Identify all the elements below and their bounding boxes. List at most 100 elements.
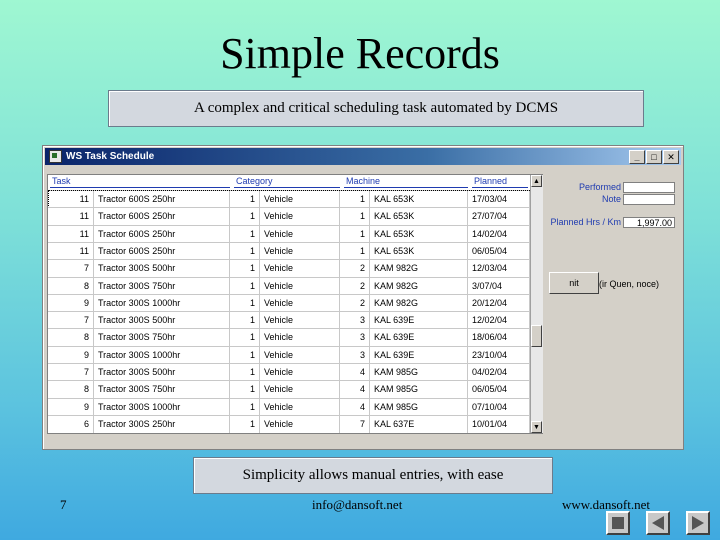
column-header-machine[interactable]: Machine [344, 175, 468, 188]
table-cell-cnum: 1 [230, 277, 260, 295]
table-cell-mname: KAL 653K [370, 208, 468, 226]
table-cell-tname: Tractor 300S 250hr [94, 415, 230, 433]
scroll-down-icon[interactable]: ▼ [531, 421, 542, 433]
table-cell-tnum: 11 [48, 225, 94, 243]
column-header-category[interactable]: Category [234, 175, 340, 188]
table-cell-planned: 10/01/04 [468, 415, 530, 433]
stop-icon[interactable] [606, 511, 630, 535]
table-cell-mname: KAM 982G [370, 277, 468, 295]
scroll-thumb[interactable] [531, 325, 542, 347]
table-cell-cname: Vehicle [260, 208, 340, 226]
column-header-planned[interactable]: Planned [472, 175, 528, 188]
table-cell-cname: Vehicle [260, 260, 340, 278]
table-cell-mname: KAM 985G [370, 364, 468, 381]
table-cell-tname: Tractor 300S 1000hr [94, 294, 230, 312]
table-cell-tname: Tractor 600S 250hr [94, 191, 230, 208]
table-cell-tnum: 9 [48, 398, 94, 416]
table-cell-mname: KAM 985G [370, 381, 468, 399]
table-cell-mnum: 1 [340, 225, 370, 243]
grid-header: Task Category Machine Planned [48, 175, 542, 189]
table-row[interactable]: 9 Tractor 300S 1000hr 1 Vehicle 2 KAM 982G 20/… [48, 293, 542, 312]
init-button[interactable]: nit [549, 272, 599, 294]
note-field[interactable] [623, 194, 675, 205]
table-cell-planned: 3/07/04 [468, 277, 530, 295]
table-cell-tnum: 11 [48, 242, 94, 260]
subtitle-box: A complex and critical scheduling task a… [108, 90, 644, 127]
table-cell-cname: Vehicle [260, 191, 340, 208]
performed-field[interactable] [623, 182, 675, 193]
table-row[interactable]: 8 Tractor 300S 750hr 1 Vehicle 3 KAL 639E 18/0… [48, 328, 542, 347]
table-cell-tnum: 11 [48, 191, 94, 208]
grid-scrollbar[interactable]: ▲ ▼ [530, 175, 543, 433]
table-row[interactable]: 9 Tractor 300S 1000hr 1 Vehicle 3 KAL 639E 23/… [48, 345, 542, 364]
table-cell-tnum: 9 [48, 294, 94, 312]
table-row[interactable]: 8 Tractor 300S 750hr 1 Vehicle 4 KAM 985G 06/0… [48, 380, 542, 399]
table-cell-tnum: 7 [48, 260, 94, 278]
table-row[interactable]: 9 Tractor 300S 1000hr 1 Vehicle 4 KAM 985G 07/… [48, 397, 542, 416]
table-row[interactable]: 7 Tractor 300S 500hr 1 Vehicle 4 KAM 985G 04/0… [48, 363, 542, 381]
table-cell-cname: Vehicle [260, 277, 340, 295]
planned-hours-label: Planned Hrs / Km [550, 217, 621, 227]
close-button[interactable]: ✕ [663, 150, 679, 164]
window-titlebar[interactable]: WS Task Schedule _ □ ✕ [45, 148, 681, 165]
table-row[interactable]: 6 Tractor 300S 250hr 1 Vehicle 7 KAL 637E 10/0… [48, 414, 542, 433]
table-cell-cnum: 1 [230, 398, 260, 416]
footer-email[interactable]: info@dansoft.net [312, 497, 402, 513]
table-cell-cnum: 1 [230, 312, 260, 330]
table-row[interactable]: 11 Tractor 600S 250hr 1 Vehicle 1 KAL 653K 14/… [48, 224, 542, 243]
window-controls: _ □ ✕ [628, 150, 679, 167]
table-row[interactable]: 7 Tractor 300S 500hr 1 Vehicle 2 KAM 982G 12/0… [48, 259, 542, 278]
table-cell-cnum: 1 [230, 346, 260, 364]
previous-icon[interactable] [646, 511, 670, 535]
table-cell-planned: 20/12/04 [468, 294, 530, 312]
table-row[interactable]: 11 Tractor 600S 250hr 1 Vehicle 1 KAL 653K 27/… [48, 207, 542, 226]
next-icon[interactable] [686, 511, 710, 535]
app-icon [49, 150, 62, 163]
table-cell-mnum: 4 [340, 364, 370, 381]
table-cell-tname: Tractor 600S 250hr [94, 208, 230, 226]
table-cell-cname: Vehicle [260, 346, 340, 364]
table-cell-cnum: 1 [230, 242, 260, 260]
column-header-task[interactable]: Task [50, 175, 230, 188]
table-cell-cnum: 1 [230, 364, 260, 381]
table-cell-tnum: 7 [48, 364, 94, 381]
table-cell-cname: Vehicle [260, 398, 340, 416]
table-cell-tname: Tractor 600S 250hr [94, 225, 230, 243]
table-row[interactable]: 11 Tractor 600S 250hr 1 Vehicle 1 KAL 653K 17/… [48, 190, 542, 208]
table-cell-planned: 27/07/04 [468, 208, 530, 226]
table-cell-tname: Tractor 300S 750hr [94, 277, 230, 295]
window-title: WS Task Schedule [66, 151, 155, 162]
scroll-up-icon[interactable]: ▲ [531, 175, 542, 187]
note-label: Note [601, 194, 621, 204]
table-cell-tname: Tractor 300S 500hr [94, 364, 230, 381]
table-row[interactable]: 8 Tractor 300S 750hr 1 Vehicle 2 KAM 982G 3/07… [48, 276, 542, 295]
caption-box: Simplicity allows manual entries, with e… [193, 457, 553, 494]
table-cell-cname: Vehicle [260, 294, 340, 312]
table-cell-mnum: 4 [340, 398, 370, 416]
table-cell-planned: 17/03/04 [468, 191, 530, 208]
table-row[interactable]: 11 Tractor 600S 250hr 1 Vehicle 1 KAL 653K 06/… [48, 241, 542, 260]
table-cell-mnum: 2 [340, 260, 370, 278]
maximize-button[interactable]: □ [646, 150, 662, 164]
table-cell-planned: 07/10/04 [468, 398, 530, 416]
table-cell-cnum: 1 [230, 225, 260, 243]
table-cell-cnum: 1 [230, 191, 260, 208]
table-cell-mname: KAL 639E [370, 346, 468, 364]
table-cell-mname: KAL 639E [370, 329, 468, 347]
task-grid[interactable]: Task Category Machine Planned 11 Tractor … [47, 174, 543, 434]
table-cell-planned: 12/02/04 [468, 312, 530, 330]
table-cell-mnum: 1 [340, 208, 370, 226]
table-cell-mname: KAL 653K [370, 242, 468, 260]
table-cell-cname: Vehicle [260, 381, 340, 399]
table-cell-cnum: 1 [230, 294, 260, 312]
table-cell-mnum: 2 [340, 294, 370, 312]
table-cell-planned: 14/02/04 [468, 225, 530, 243]
table-cell-tname: Tractor 300S 1000hr [94, 398, 230, 416]
table-cell-mname: KAL 653K [370, 191, 468, 208]
table-cell-mname: KAL 653K [370, 225, 468, 243]
table-row[interactable]: 7 Tractor 300S 500hr 1 Vehicle 3 KAL 639E 12/0… [48, 311, 542, 330]
minimize-button[interactable]: _ [629, 150, 645, 164]
table-cell-cnum: 1 [230, 260, 260, 278]
table-cell-mname: KAM 982G [370, 260, 468, 278]
planned-hours-field[interactable]: 1,997.00 [623, 217, 675, 228]
